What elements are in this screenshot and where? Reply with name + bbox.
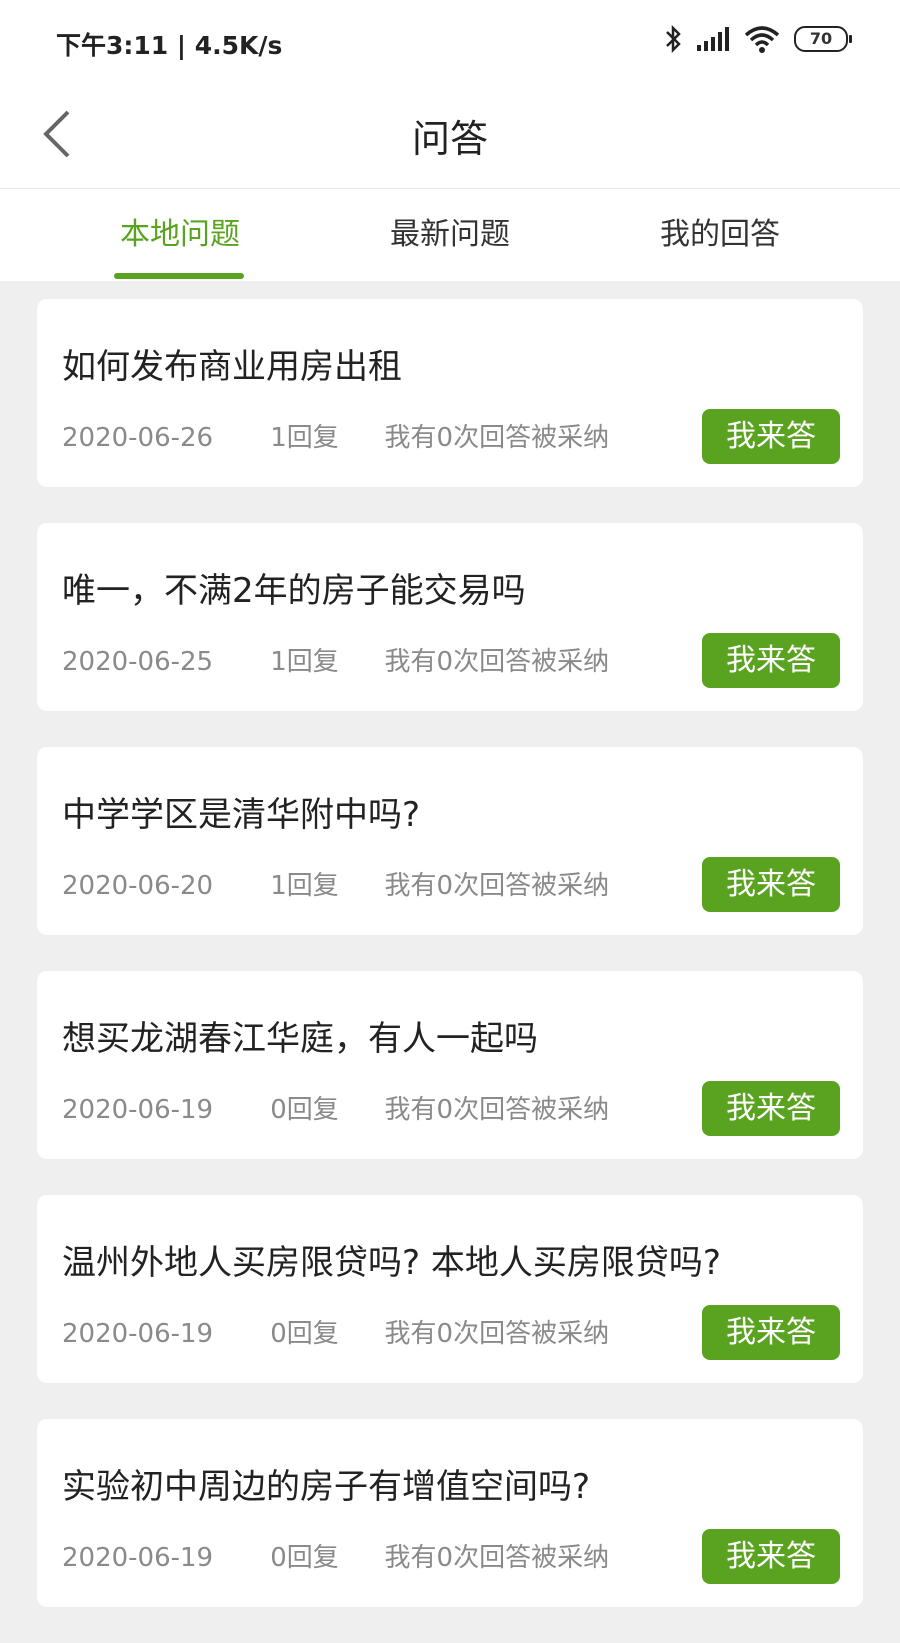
question-title: 实验初中周边的房子有增值空间吗? [62,1467,591,1507]
adopted-count: 我有0次回答被采纳 [384,871,610,901]
status-time-speed: 下午3:11 | 4.5K/s [56,31,283,60]
adopted-count: 我有0次回答被采纳 [384,1543,610,1573]
wifi-icon [744,25,780,53]
question-meta: 2020-06-26 1回复 我有0次回答被采纳 [62,417,609,454]
question-meta: 2020-06-20 1回复 我有0次回答被采纳 [62,865,609,902]
question-card[interactable]: 想买龙湖春江华庭，有人一起吗 2020-06-19 0回复 我有0次回答被采纳 … [37,971,863,1159]
answer-button[interactable]: 我来答 [702,1305,840,1360]
question-meta: 2020-06-25 1回复 我有0次回答被采纳 [62,641,609,678]
question-meta: 2020-06-19 0回复 我有0次回答被采纳 [62,1313,609,1350]
question-card[interactable]: 如何发布商业用房出租 2020-06-26 1回复 我有0次回答被采纳 我来答 [37,299,863,487]
question-card[interactable]: 实验初中周边的房子有增值空间吗? 2020-06-19 0回复 我有0次回答被采… [37,1419,863,1607]
signal-icon [696,27,730,51]
question-title: 中学学区是清华附中吗? [62,795,421,835]
tab-latest-questions[interactable]: 最新问题 [300,189,600,281]
adopted-count: 我有0次回答被采纳 [384,423,610,453]
question-meta: 2020-06-19 0回复 我有0次回答被采纳 [62,1089,609,1126]
tab-local-questions[interactable]: 本地问题 [30,189,330,281]
answer-button[interactable]: 我来答 [702,1529,840,1584]
header: 问答 [0,82,900,189]
adopted-count: 我有0次回答被采纳 [384,1095,610,1125]
question-title: 唯一，不满2年的房子能交易吗 [62,571,526,611]
question-meta: 2020-06-19 0回复 我有0次回答被采纳 [62,1537,609,1574]
reply-count: 1回复 [270,647,339,677]
answer-button[interactable]: 我来答 [702,1081,840,1136]
reply-count: 0回复 [270,1319,339,1349]
question-card[interactable]: 中学学区是清华附中吗? 2020-06-20 1回复 我有0次回答被采纳 我来答 [37,747,863,935]
status-bar: 下午3:11 | 4.5K/s 70 [0,0,900,82]
answer-button[interactable]: 我来答 [702,633,840,688]
page-title: 问答 [411,117,488,161]
tab-my-answers[interactable]: 我的回答 [570,189,870,281]
question-title: 想买龙湖春江华庭，有人一起吗 [62,1019,538,1059]
answer-button[interactable]: 我来答 [702,857,840,912]
tab-bar: 本地问题 最新问题 我的回答 [0,189,900,281]
status-icons: 70 [664,24,852,54]
battery-icon: 70 [794,26,852,52]
active-tab-indicator [114,273,244,279]
question-date: 2020-06-26 [62,423,214,453]
question-card[interactable]: 唯一，不满2年的房子能交易吗 2020-06-25 1回复 我有0次回答被采纳 … [37,523,863,711]
answer-button[interactable]: 我来答 [702,409,840,464]
question-list: 如何发布商业用房出租 2020-06-26 1回复 我有0次回答被采纳 我来答 … [37,299,863,1643]
adopted-count: 我有0次回答被采纳 [384,647,610,677]
question-date: 2020-06-19 [62,1095,214,1125]
question-date: 2020-06-25 [62,647,214,677]
question-date: 2020-06-19 [62,1319,214,1349]
reply-count: 1回复 [270,871,339,901]
reply-count: 0回复 [270,1543,339,1573]
question-date: 2020-06-20 [62,871,214,901]
adopted-count: 我有0次回答被采纳 [384,1319,610,1349]
reply-count: 0回复 [270,1095,339,1125]
reply-count: 1回复 [270,423,339,453]
bluetooth-icon [664,24,682,54]
question-title: 温州外地人买房限贷吗? 本地人买房限贷吗? [62,1243,721,1283]
question-title: 如何发布商业用房出租 [62,347,402,387]
question-card[interactable]: 温州外地人买房限贷吗? 本地人买房限贷吗? 2020-06-19 0回复 我有0… [37,1195,863,1383]
question-date: 2020-06-19 [62,1543,214,1573]
